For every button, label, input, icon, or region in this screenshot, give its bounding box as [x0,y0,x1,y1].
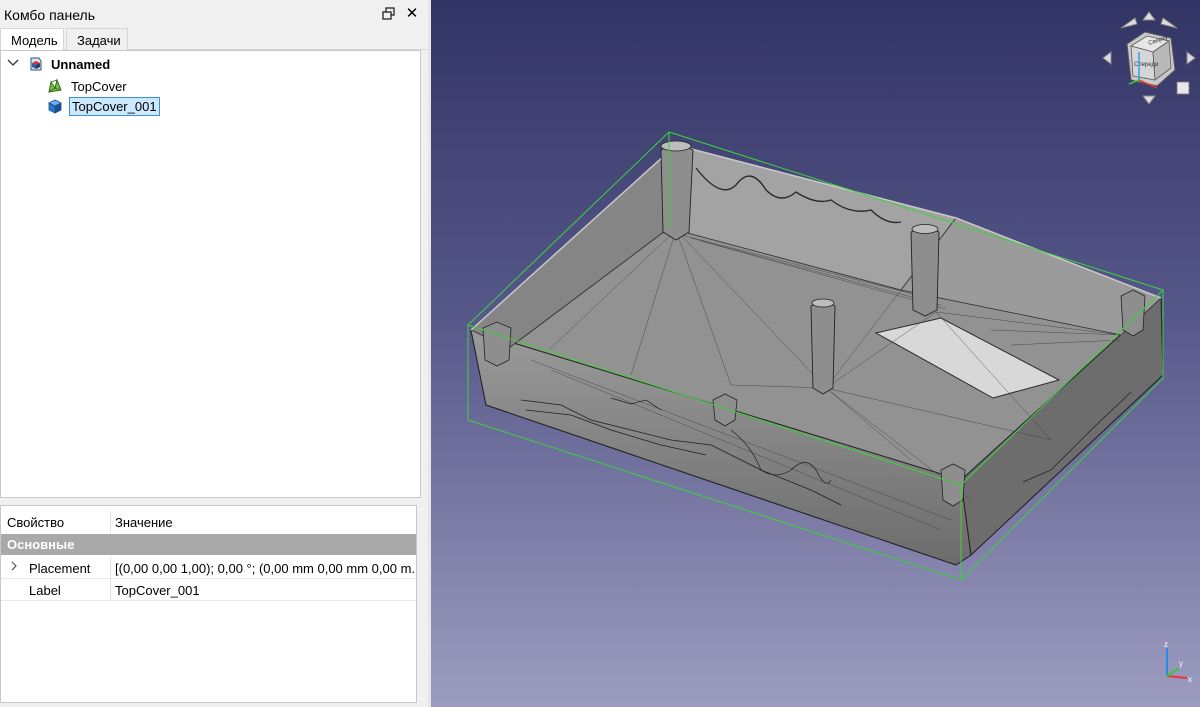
property-column-header: Свойство [1,511,111,533]
property-row-placement[interactable]: Placement [(0,00 0,00 1,00); 0,00 °; (0,… [1,557,416,579]
combo-panel: Комбо панель ✕ Модель Задачи Unnamed Top… [0,0,428,707]
value-column-header: Значение [115,515,173,530]
view-menu-icon [1176,81,1190,95]
nav-face-front: Спереди [1134,62,1158,68]
axis-cross: z y x [1153,638,1199,686]
tab-model[interactable]: Модель [0,28,64,51]
freecad-window: Комбо панель ✕ Модель Задачи Unnamed Top… [0,0,1200,707]
chevron-down-icon[interactable] [7,57,21,72]
property-group-row[interactable]: Основные [1,534,416,555]
tree-item-topcover[interactable]: TopCover [47,76,129,96]
navigation-cube[interactable]: Сверху Спереди [1099,10,1199,105]
combo-tabs: Модель Задачи [0,28,428,51]
model-render[interactable] [431,0,1200,707]
tree-item-label: Unnamed [51,56,111,72]
tree-item-topcover-001[interactable]: TopCover_001 [47,96,160,116]
property-name: Label [1,579,111,601]
property-editor: Свойство Значение Основные Placement [(0… [0,505,417,703]
property-value[interactable]: [(0,00 0,00 1,00); 0,00 °; (0,00 mm 0,00… [111,557,416,579]
axis-label-x: x [1188,675,1192,684]
axis-label-y: y [1179,659,1183,668]
top-cover-model[interactable] [470,140,1164,566]
property-row-label[interactable]: Label TopCover_001 [1,579,416,601]
part-box-icon [47,98,63,114]
tree-item-unnamed[interactable]: Unnamed [7,54,112,74]
nav-arrow-icon [1120,17,1138,29]
combo-panel-title: Комбо панель [4,7,95,23]
mesh-icon [47,78,63,94]
float-panel-icon[interactable] [382,7,398,23]
property-header-row: Свойство Значение [1,511,416,533]
combo-panel-titlebar: Комбо панель ✕ [0,4,428,26]
tree-item-label: TopCover_001 [69,96,160,116]
model-tree: Unnamed TopCover TopCover_001 [0,50,421,498]
nav-arrow-icon [1160,17,1178,29]
property-name: Placement [1,557,111,579]
property-value[interactable]: TopCover_001 [111,579,416,601]
close-panel-icon[interactable]: ✕ [404,6,420,22]
axis-label-z: z [1164,640,1168,649]
property-group-label: Основные [7,537,75,552]
3d-viewport[interactable]: Сверху Спереди z y x [431,0,1200,707]
document-icon [27,56,43,72]
tree-item-label: TopCover [71,78,127,94]
tab-tasks[interactable]: Задачи [66,28,128,50]
